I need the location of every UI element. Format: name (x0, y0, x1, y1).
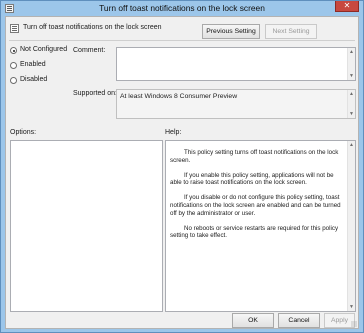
scroll-up-icon[interactable]: ▲ (348, 141, 355, 149)
window-title: Turn off toast notifications on the lock… (99, 3, 265, 13)
supported-on-label: Supported on: (73, 90, 117, 97)
scroll-down-icon[interactable]: ▼ (348, 303, 355, 311)
help-paragraph: If you disable or do not configure this … (170, 194, 341, 217)
resize-grip-icon[interactable] (351, 321, 357, 327)
policy-icon (5, 4, 14, 13)
scroll-down-icon[interactable]: ▼ (348, 72, 355, 80)
cancel-button[interactable]: Cancel (278, 313, 320, 328)
radio-button[interactable] (10, 77, 17, 84)
title-bar[interactable]: Turn off toast notifications on the lock… (1, 1, 363, 16)
help-scrollbar[interactable]: ▲ ▼ (347, 141, 355, 311)
supported-scrollbar[interactable]: ▲ ▼ (347, 90, 355, 118)
help-paragraph: This policy setting turns off toast noti… (170, 149, 339, 164)
next-setting-button[interactable]: Next Setting (265, 24, 317, 39)
radio-label: Disabled (20, 76, 48, 83)
state-radio-group: Not Configured Enabled Disabled (9, 45, 79, 90)
dialog-window: Turn off toast notifications on the lock… (0, 0, 364, 333)
help-panel: This policy setting turns off toast noti… (165, 140, 356, 312)
dialog-body: Turn off toast notifications on the lock… (5, 16, 359, 329)
policy-icon (10, 24, 19, 33)
header-row: Turn off toast notifications on the lock… (9, 21, 355, 39)
help-paragraph: If you enable this policy setting, appli… (170, 171, 334, 187)
help-text: This policy setting turns off toast noti… (170, 149, 346, 247)
options-panel (10, 140, 163, 312)
close-button[interactable]: ✕ (335, 1, 359, 12)
options-label: Options: (10, 129, 37, 136)
scroll-up-icon[interactable]: ▲ (348, 48, 355, 56)
scroll-up-icon[interactable]: ▲ (348, 90, 355, 98)
policy-name: Turn off toast notifications on the lock… (23, 24, 162, 31)
ok-button[interactable]: OK (232, 313, 274, 328)
comment-scrollbar[interactable]: ▲ ▼ (347, 48, 355, 80)
radio-button[interactable] (10, 62, 17, 69)
previous-setting-button[interactable]: Previous Setting (202, 24, 260, 39)
supported-on-value: At least Windows 8 Consumer Preview (120, 93, 238, 100)
comment-textarea[interactable]: ▲ ▼ (116, 47, 356, 81)
supported-on-box: At least Windows 8 Consumer Preview ▲ ▼ (116, 89, 356, 119)
radio-enabled[interactable]: Enabled (9, 60, 79, 72)
scroll-down-icon[interactable]: ▼ (348, 110, 355, 118)
radio-disabled[interactable]: Disabled (9, 75, 79, 87)
divider (9, 40, 355, 41)
radio-not-configured[interactable]: Not Configured (9, 45, 79, 57)
radio-label: Not Configured (20, 46, 68, 53)
radio-button[interactable] (10, 47, 17, 54)
help-label: Help: (165, 129, 182, 136)
help-paragraph: No reboots or service restarts are requi… (170, 224, 339, 240)
comment-label: Comment: (73, 47, 106, 54)
radio-label: Enabled (20, 61, 46, 68)
